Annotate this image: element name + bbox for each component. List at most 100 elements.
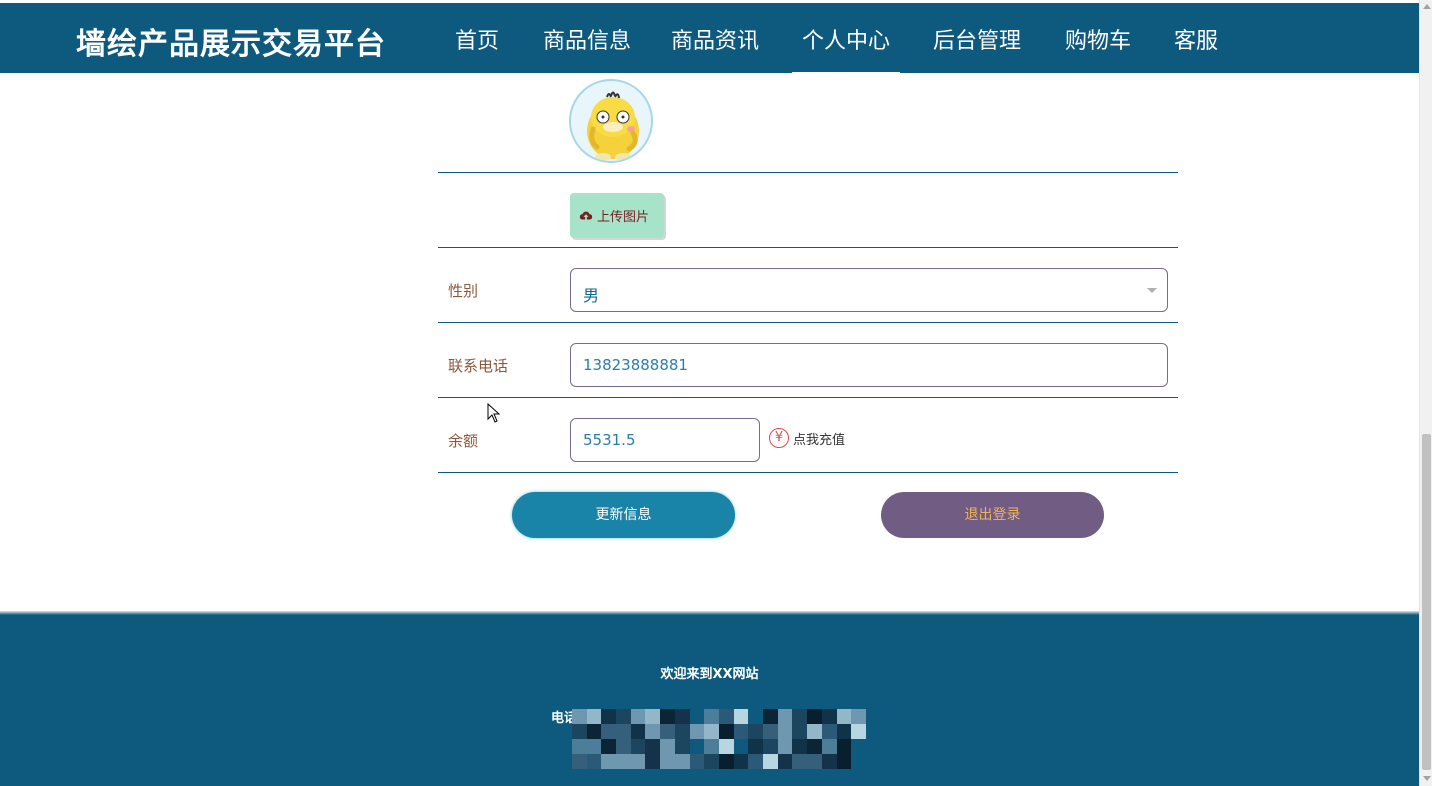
- recharge-label: 点我充值: [793, 432, 846, 448]
- mosaic-tile: [601, 724, 617, 739]
- mosaic-tile: [748, 754, 764, 769]
- nav-personal-center[interactable]: 个人中心: [791, 23, 901, 74]
- mosaic-tile: [807, 754, 822, 769]
- footer: 欢迎来到XX网站 电话: [0, 615, 1419, 786]
- mosaic-tile: [660, 709, 675, 724]
- mosaic-tile: [572, 739, 587, 754]
- mosaic-tile: [821, 724, 837, 739]
- mosaic-tile: [763, 739, 778, 754]
- mosaic-tile: [851, 724, 866, 739]
- mosaic-tile: [748, 709, 764, 724]
- upload-image-label: 上传图片: [597, 210, 650, 225]
- mosaic-tile: [586, 709, 602, 724]
- scroll-down-arrow-icon[interactable]: [1423, 776, 1431, 781]
- footer-welcome-text: 欢迎来到XX网站: [660, 667, 759, 682]
- form-divider: [438, 322, 1178, 323]
- mosaic-tile: [586, 724, 602, 739]
- mosaic-tile: [704, 709, 719, 724]
- mosaic-tile: [792, 754, 808, 769]
- cloud-upload-icon: [579, 211, 593, 219]
- mosaic-tile: [572, 709, 587, 724]
- mosaic-tile: [807, 724, 822, 739]
- duck-avatar-image: [571, 81, 651, 161]
- footer-pixelated-contact-info: [572, 709, 866, 769]
- scroll-thumb[interactable]: [1422, 434, 1431, 770]
- form-divider: [438, 172, 1178, 173]
- phone-input[interactable]: 13823888881: [570, 343, 1168, 387]
- mosaic-tile: [821, 754, 837, 769]
- mosaic-tile: [616, 709, 631, 724]
- mosaic-tile: [630, 754, 646, 769]
- scroll-up-arrow-icon[interactable]: [1423, 4, 1431, 9]
- nav-cart[interactable]: 购物车: [1065, 23, 1131, 55]
- upload-image-button[interactable]: 上传图片: [570, 193, 664, 238]
- balance-label: 余额: [448, 432, 479, 450]
- caret-down-icon: [1147, 288, 1157, 293]
- mosaic-tile: [733, 724, 749, 739]
- form-divider: [438, 397, 1178, 398]
- update-info-button[interactable]: 更新信息: [512, 492, 735, 538]
- mosaic-tile: [777, 709, 793, 724]
- mosaic-tile: [733, 709, 749, 724]
- mosaic-tile: [733, 754, 749, 769]
- nav-home[interactable]: 首页: [455, 23, 499, 55]
- nav-admin[interactable]: 后台管理: [933, 23, 1021, 55]
- mosaic-tile: [645, 739, 661, 754]
- avatar: [569, 79, 653, 163]
- brand-title[interactable]: 墙绘产品展示交易平台: [76, 19, 386, 63]
- mosaic-tile: [777, 739, 793, 754]
- nav-products[interactable]: 商品信息: [543, 23, 631, 55]
- page-scrollbar[interactable]: [1419, 0, 1432, 786]
- gender-label: 性别: [448, 282, 479, 300]
- mosaic-tile: [836, 754, 852, 769]
- phone-label: 联系电话: [448, 357, 509, 375]
- mosaic-tile: [718, 754, 734, 769]
- mosaic-tile: [645, 724, 661, 739]
- mosaic-tile: [660, 739, 675, 754]
- mosaic-tile: [836, 724, 852, 739]
- mosaic-tile: [836, 739, 852, 754]
- gender-select[interactable]: 男: [570, 268, 1168, 312]
- nav-news[interactable]: 商品资讯: [671, 23, 759, 55]
- mosaic-tile: [733, 739, 749, 754]
- mosaic-tile: [630, 709, 646, 724]
- mosaic-tile: [718, 739, 734, 754]
- mosaic-tile: [601, 739, 617, 754]
- mosaic-tile: [821, 739, 837, 754]
- gender-select-value: 男: [583, 286, 600, 305]
- mosaic-tile: [748, 724, 764, 739]
- mosaic-tile: [616, 754, 631, 769]
- mosaic-tile: [792, 724, 808, 739]
- mosaic-tile: [616, 739, 631, 754]
- mosaic-tile: [807, 709, 822, 724]
- balance-input[interactable]: 5531.5: [570, 418, 760, 462]
- logout-button[interactable]: 退出登录: [881, 492, 1104, 538]
- mosaic-tile: [689, 709, 705, 724]
- mosaic-tile: [674, 739, 690, 754]
- mosaic-tile: [718, 724, 734, 739]
- mosaic-tile: [630, 739, 646, 754]
- mosaic-tile: [616, 724, 631, 739]
- yen-icon: ¥: [769, 428, 789, 448]
- mosaic-tile: [689, 724, 705, 739]
- mosaic-tile: [792, 739, 808, 754]
- mosaic-tile: [777, 754, 793, 769]
- mosaic-tile: [674, 754, 690, 769]
- mosaic-tile: [689, 739, 705, 754]
- mosaic-tile: [704, 739, 719, 754]
- mosaic-tile: [630, 724, 646, 739]
- recharge-link[interactable]: ¥ 点我充值: [769, 428, 845, 448]
- mouse-cursor-icon: [487, 403, 501, 423]
- mosaic-tile: [763, 709, 778, 724]
- nav-customer-service[interactable]: 客服: [1174, 23, 1218, 55]
- mosaic-tile: [674, 709, 690, 724]
- mosaic-tile: [792, 709, 808, 724]
- mosaic-tile: [572, 754, 587, 769]
- mosaic-tile: [601, 754, 617, 769]
- top-navbar: 墙绘产品展示交易平台 首页 商品信息 商品资讯 个人中心 后台管理 购物车 客服: [0, 3, 1419, 74]
- mosaic-tile: [851, 739, 866, 754]
- mosaic-tile: [601, 709, 617, 724]
- mosaic-tile: [586, 754, 602, 769]
- mosaic-tile: [660, 724, 675, 739]
- mosaic-tile: [645, 754, 661, 769]
